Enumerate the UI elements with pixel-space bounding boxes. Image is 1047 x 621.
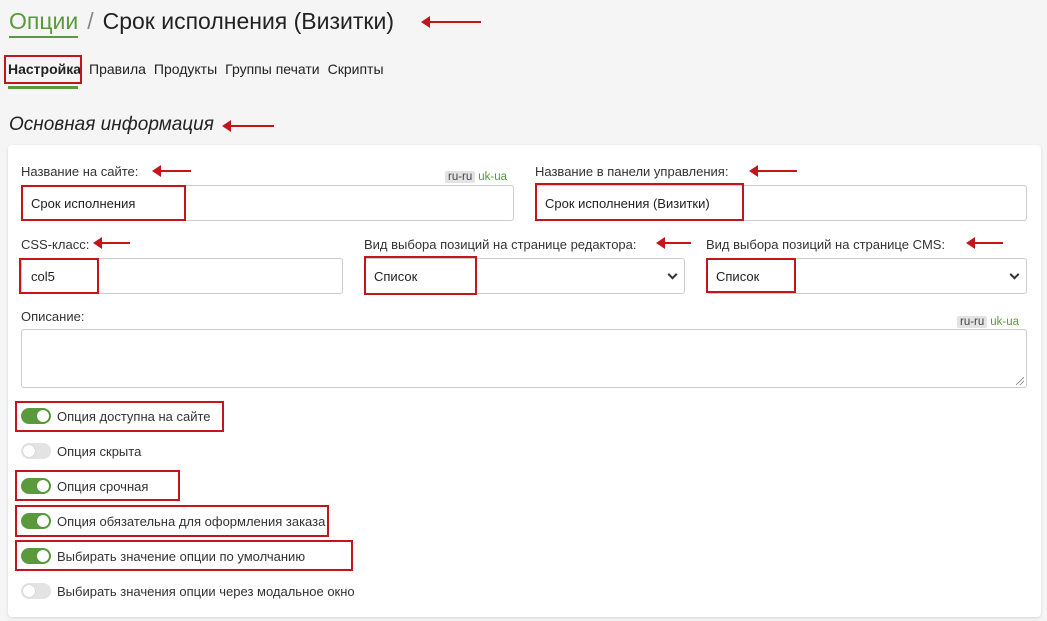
toggle-available-on-site[interactable]: Опция доступна на сайте [21,408,211,424]
switch-on[interactable] [21,513,51,529]
toggle-modal-select[interactable]: Выбирать значения опции через модальное … [21,583,355,599]
language-switch-site-name: ru-ru uk-ua [445,171,507,183]
annotation-arrow [966,237,1003,249]
lang-ru-ru[interactable]: ru-ru [445,171,476,183]
section-title: Основная информация [9,114,214,135]
tab-settings[interactable]: Настройка [8,61,81,77]
toggle-label: Опция обязательна для оформления заказа [57,513,326,529]
annotation-arrow [749,165,797,177]
annotation-arrow [222,120,274,132]
toggle-hidden[interactable]: Опция скрыта [21,443,141,459]
admin-name-input[interactable]: Срок исполнения (Визитки) [535,185,1027,221]
breadcrumb-separator: / [87,8,94,34]
toggle-label: Выбирать значение опции по умолчанию [57,548,306,564]
tab-rules[interactable]: Правила [89,61,146,77]
description-textarea[interactable] [21,329,1027,388]
switch-on[interactable] [21,408,51,424]
cms-view-value: Список [716,268,760,284]
toggle-default-value[interactable]: Выбирать значение опции по умолчанию [21,548,305,564]
site-name-input[interactable]: Срок исполнения [21,185,514,221]
css-class-input[interactable]: col5 [21,258,343,294]
toggle-urgent[interactable]: Опция срочная [21,478,148,494]
editor-view-select[interactable]: Список [364,258,685,294]
language-switch-description: ru-ru uk-ua [957,316,1019,328]
switch-on[interactable] [21,478,51,494]
chevron-down-icon [1009,269,1020,280]
switch-off[interactable] [21,583,51,599]
tab-products[interactable]: Продукты [154,61,217,77]
switch-on[interactable] [21,548,51,564]
annotation-arrow [421,16,481,28]
page-title: Срок исполнения (Визитки) [102,8,394,34]
description-label: Описание: [21,309,85,324]
toggle-label: Опция скрыта [57,443,142,459]
lang-uk-ua[interactable]: uk-ua [990,316,1019,328]
active-tab-indicator [8,86,78,89]
switch-off[interactable] [21,443,51,459]
lang-ru-ru[interactable]: ru-ru [957,316,988,328]
annotation-arrow [152,165,191,177]
annotation-arrow [93,237,130,249]
cms-view-label: Вид выбора позиций на странице CMS: [706,237,946,252]
editor-view-label: Вид выбора позиций на странице редактора… [364,237,637,252]
site-name-label: Название на сайте: [21,164,139,179]
tab-bar: Настройка Правила Продукты Группы печати… [8,61,392,77]
editor-view-value: Список [374,268,418,284]
chevron-down-icon [667,269,678,280]
lang-uk-ua[interactable]: uk-ua [478,171,507,183]
toggle-label: Выбирать значения опции через модальное … [57,583,355,599]
toggle-required-for-order[interactable]: Опция обязательна для оформления заказа [21,513,325,529]
tab-scripts[interactable]: Скрипты [328,61,384,77]
breadcrumb: Опции / Срок исполнения (Визитки) [9,8,394,38]
admin-name-label: Название в панели управления: [535,164,729,179]
annotation-arrow [656,237,691,249]
resize-handle-icon[interactable] [1016,377,1024,385]
toggle-label: Опция срочная [57,478,149,494]
toggle-label: Опция доступна на сайте [57,408,211,424]
css-class-label: CSS-класс: [21,237,90,252]
cms-view-select[interactable]: Список [706,258,1027,294]
breadcrumb-link-options[interactable]: Опции [9,8,79,38]
tab-print-groups[interactable]: Группы печати [225,61,319,77]
